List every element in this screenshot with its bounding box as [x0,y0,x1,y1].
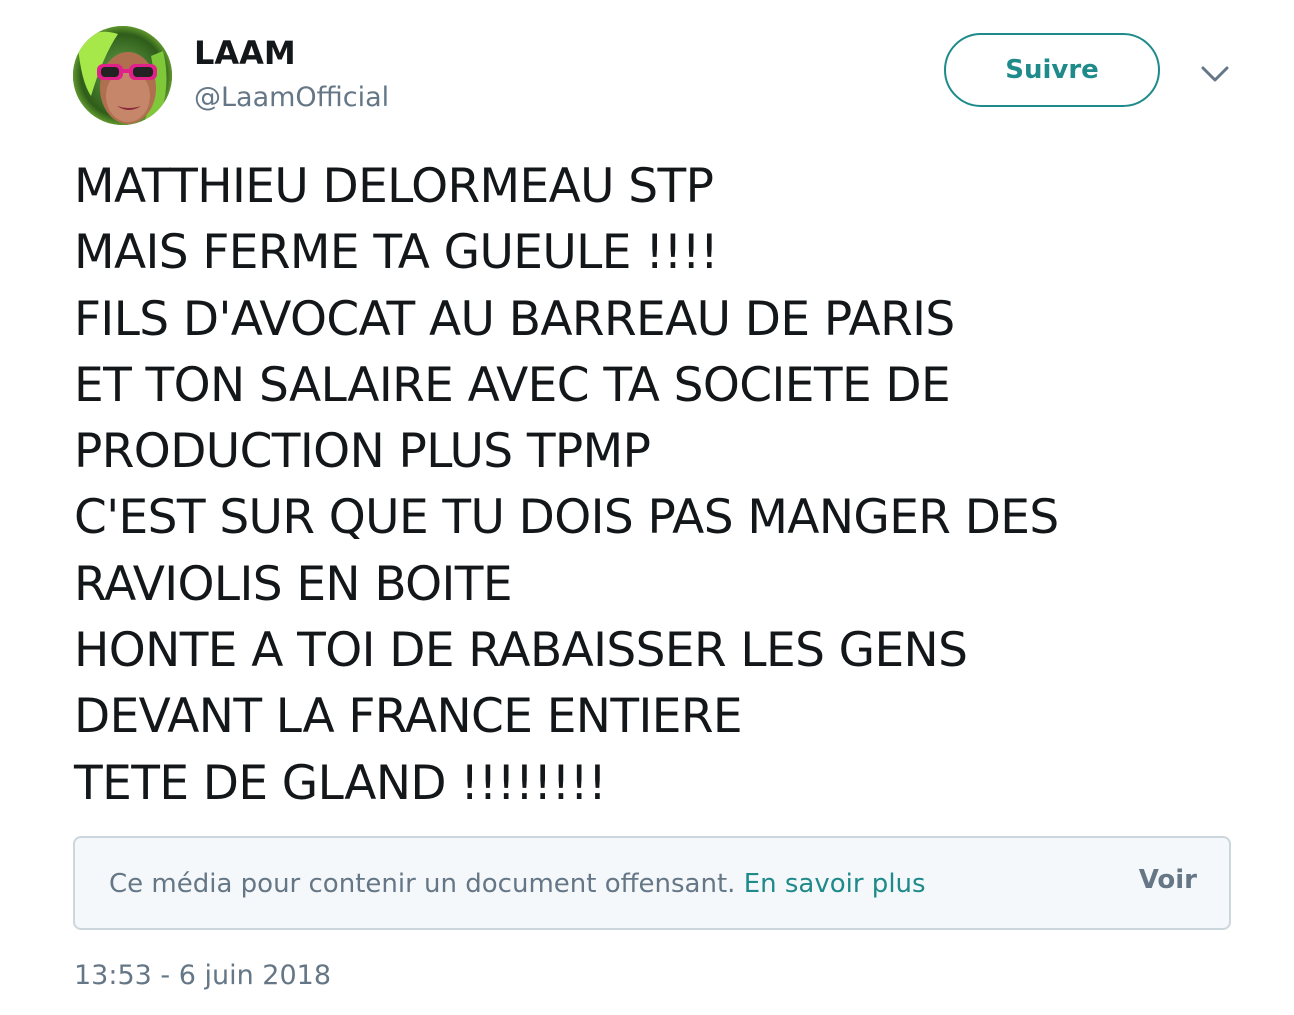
chevron-down-icon[interactable] [1196,56,1234,92]
tweet-line: RAVIOLIS EN BOITE [74,556,513,612]
avatar-image [73,26,172,125]
sensitive-media-warning: Ce média pour contenir un document offen… [109,869,736,899]
tweet-timestamp[interactable]: 13:53 - 6 juin 2018 [74,958,331,994]
tweet-line: ET TON SALAIRE AVEC TA SOCIETE DE [74,357,951,413]
tweet-line: MATTHIEU DELORMEAU STP [74,159,714,214]
sensitive-media-notice: Ce média pour contenir un document offen… [73,836,1231,930]
view-media-button[interactable]: Voir [1139,865,1197,895]
follow-button[interactable]: Suivre [944,33,1160,107]
tweet-line: FILS D'AVOCAT AU BARREAU DE PARIS [74,291,955,347]
author-display-name[interactable]: LAAM [194,33,296,73]
tweet-line: C'EST SUR QUE TU DOIS PAS MANGER DES [74,490,1059,546]
tweet-line: DEVANT LA FRANCE ENTIERE [74,689,743,745]
tweet-line: TETE DE GLAND !!!!!!!! [74,755,607,811]
tweet-card: LAAM @LaamOfficial Suivre MATTHIEU DELOR… [0,0,1294,1015]
tweet-line: MAIS FERME TA GUEULE !!!! [74,225,719,281]
tweet-line: PRODUCTION PLUS TPMP [74,424,651,480]
avatar[interactable] [73,26,172,125]
sensitive-media-text: Ce média pour contenir un document offen… [109,867,926,901]
tweet-line: HONTE A TOI DE RABAISSER LES GENS [74,623,968,679]
author-handle[interactable]: @LaamOfficial [194,80,389,116]
learn-more-link[interactable]: En savoir plus [744,869,926,899]
tweet-text: MATTHIEU DELORMEAU STP MAIS FERME TA GUE… [74,154,1254,817]
